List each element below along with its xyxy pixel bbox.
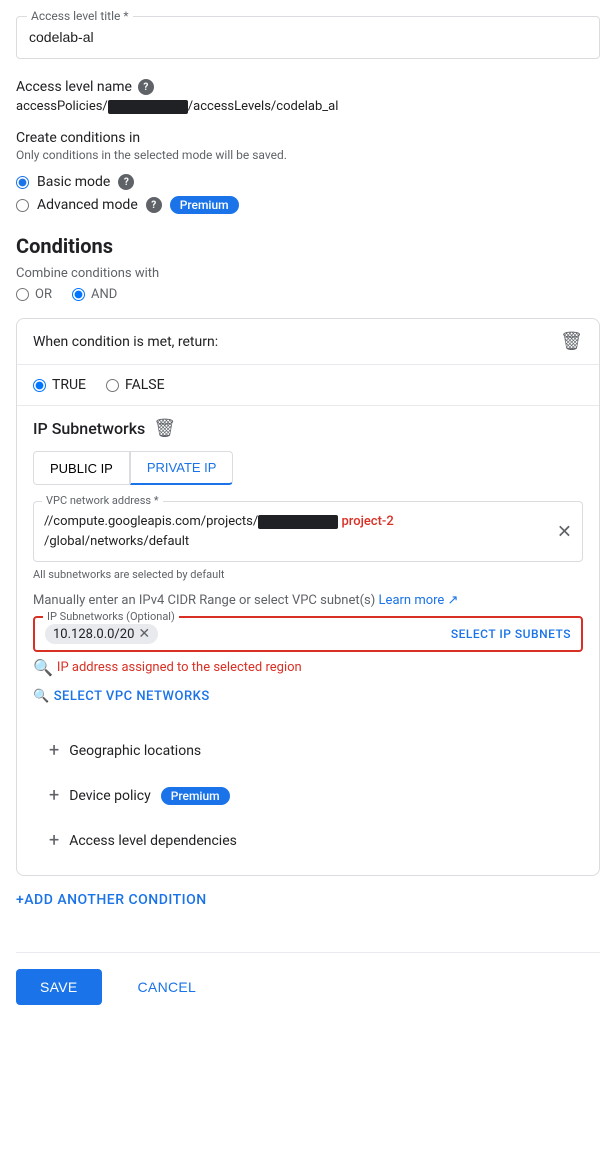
true-false-radios: TRUE FALSE [17,365,599,406]
geographic-locations-label: Geographic locations [69,743,201,759]
access-level-title-input[interactable] [29,29,587,45]
access-level-dependencies-expand-icon: + [49,830,59,851]
ip-tabs: PUBLIC IP PRIVATE IP [33,451,583,485]
search-icon: 🔍 [33,658,53,677]
private-ip-tab[interactable]: PRIVATE IP [130,451,234,485]
access-level-name-redacted [108,100,188,114]
basic-mode-help-icon[interactable]: ? [118,174,134,190]
false-option: FALSE [106,377,165,393]
cidr-hint: Manually enter an IPv4 CIDR Range or sel… [33,593,583,608]
access-level-name-help-icon[interactable]: ? [138,79,154,95]
cancel-button[interactable]: CANCEL [114,969,221,1005]
select-vpc-label: SELECT VPC NETWORKS [54,689,210,704]
return-label: When condition is met, return: [33,334,218,350]
access-level-title-label: Access level title * [27,9,133,23]
search-vpc-icon: 🔍 [33,689,50,704]
delete-condition-icon[interactable]: 🗑 [560,331,583,352]
conditions-title: Conditions [16,234,600,258]
ip-subnet-optional-wrapper: IP Subnetworks (Optional) 10.128.0.0/20 … [33,616,583,652]
vpc-network-address-wrapper: VPC network address * //compute.googleap… [33,501,583,562]
ip-subnet-row: 10.128.0.0/20 ✕ SELECT IP SUBNETS [45,624,571,644]
basic-mode-option: Basic mode ? [16,174,600,190]
device-policy-label: Device policy [69,788,151,804]
vpc-redacted [258,515,338,529]
ip-subnetworks-label: IP Subnetworks [33,419,145,438]
combine-or-option: OR [16,287,52,302]
combine-and-radio[interactable] [72,288,85,301]
action-buttons: SAVE CANCEL [16,969,600,1005]
vpc-suffix: /global/networks/default [44,534,189,549]
combine-label: Combine conditions with [16,266,600,281]
ip-subnet-label: IP Subnetworks (Optional) [43,610,179,623]
advanced-mode-option: Advanced mode ? Premium [16,196,600,214]
create-conditions-section: Create conditions in Only conditions in … [16,130,600,214]
geographic-locations-expand-icon: + [49,740,59,761]
combine-and-option: AND [72,287,117,302]
condition-card-header: When condition is met, return: 🗑 [17,319,599,365]
ip-subnetworks-title: IP Subnetworks 🗑 [33,418,583,439]
ip-chip-remove-icon[interactable]: ✕ [138,626,150,642]
ip-chip-value: 10.128.0.0/20 [53,627,134,642]
access-level-name-value: accessPolicies/ /accessLevels/codelab_al [16,99,600,114]
combine-and-label: AND [91,287,117,302]
geographic-locations-section[interactable]: + Geographic locations [33,728,583,773]
vpc-hint: All subnetworks are selected by default [33,568,583,581]
true-option: TRUE [33,377,86,393]
access-level-name-label-row: Access level name ? [16,79,600,95]
true-label: TRUE [52,377,86,393]
return-true-radio[interactable] [33,379,46,392]
access-level-name-label: Access level name [16,79,132,95]
access-level-name-suffix: /accessLevels/codelab_al [188,99,339,114]
ip-chip: 10.128.0.0/20 ✕ [45,624,158,644]
device-policy-premium-badge: Premium [161,787,230,805]
vpc-close-icon[interactable]: ✕ [557,521,572,542]
access-level-dependencies-section[interactable]: + Access level dependencies [33,818,583,863]
cidr-hint-text: Manually enter an IPv4 CIDR Range or sel… [33,593,375,608]
access-level-name-prefix: accessPolicies/ [16,99,108,114]
basic-mode-radio[interactable] [16,176,29,189]
public-ip-tab[interactable]: PUBLIC IP [33,451,130,485]
advanced-mode-help-icon[interactable]: ? [146,197,162,213]
device-policy-section[interactable]: + Device policy Premium [33,773,583,818]
false-label: FALSE [125,377,165,393]
advanced-mode-premium-badge: Premium [170,196,239,214]
access-level-dependencies-label: Access level dependencies [69,833,237,849]
basic-mode-label[interactable]: Basic mode [37,174,110,190]
select-ip-subnets-button[interactable]: SELECT IP SUBNETS [451,627,571,641]
vpc-prefix: //compute.googleapis.com/projects/ [44,514,258,529]
add-another-condition-link[interactable]: +ADD ANOTHER CONDITION [16,892,207,908]
select-vpc-networks-button[interactable]: 🔍 SELECT VPC NETWORKS [33,689,583,704]
ip-error-text: IP address assigned to the selected regi… [57,660,302,675]
vpc-project-highlight: project-2 [341,514,393,529]
create-conditions-hint: Only conditions in the selected mode wil… [16,148,600,162]
conditions-section: Conditions Combine conditions with OR AN… [16,234,600,876]
access-level-title-section: Access level title * [16,16,600,59]
access-level-title-input-wrapper: Access level title * [16,16,600,59]
device-policy-expand-icon: + [49,785,59,806]
learn-more-label: Learn more [379,593,445,608]
divider [16,952,600,953]
add-condition-wrapper: +ADD ANOTHER CONDITION [16,892,600,932]
condition-card: When condition is met, return: 🗑 TRUE FA… [16,318,600,876]
ip-error-message: 🔍 IP address assigned to the selected re… [33,658,583,677]
access-level-name-section: Access level name ? accessPolicies/ /acc… [16,79,600,114]
save-button[interactable]: SAVE [16,969,102,1005]
vpc-field-label: VPC network address * [42,494,163,507]
advanced-mode-label[interactable]: Advanced mode [37,197,138,213]
combine-or-label: OR [35,287,52,302]
delete-ip-subnetworks-icon[interactable]: 🗑 [153,418,176,439]
combine-or-radio[interactable] [16,288,29,301]
ip-subnetworks-section: IP Subnetworks 🗑 PUBLIC IP PRIVATE IP VP… [17,406,599,875]
advanced-mode-radio[interactable] [16,199,29,212]
learn-more-link[interactable]: Learn more ↗ [379,593,459,608]
create-conditions-label: Create conditions in [16,130,600,146]
combine-radios: OR AND [16,287,600,302]
return-false-radio[interactable] [106,379,119,392]
vpc-field-value: //compute.googleapis.com/projects/ proje… [44,512,546,551]
